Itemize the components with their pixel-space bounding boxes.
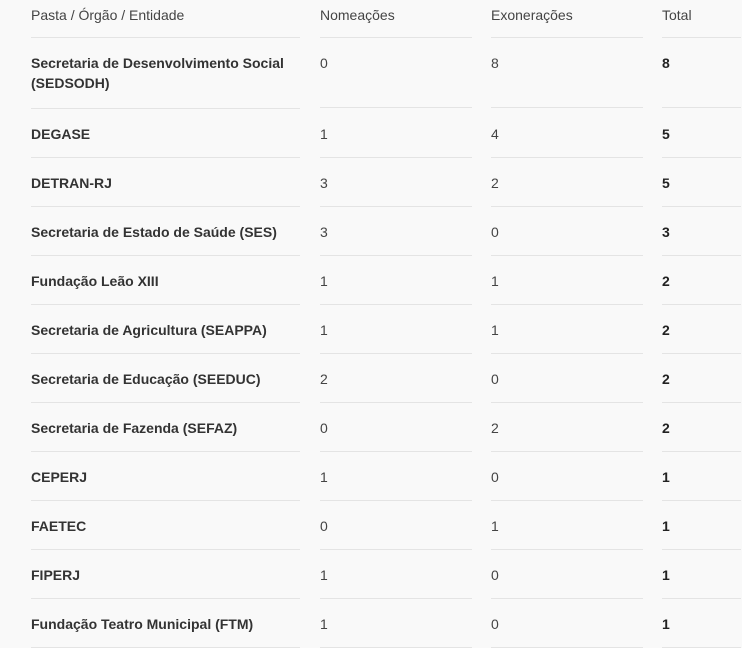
entity-cell: FAETEC <box>0 501 320 550</box>
appointments-table: Pasta / Órgão / Entidade Nomeações Exone… <box>0 0 742 648</box>
total-cell: 3 <box>662 207 742 256</box>
nomeacoes-cell: 1 <box>320 452 491 501</box>
total-cell: 2 <box>662 256 742 305</box>
table-row: CEPERJ 1 0 1 <box>0 452 742 501</box>
table-row: Fundação Teatro Municipal (FTM) 1 0 1 <box>0 599 742 648</box>
table-row: Secretaria de Estado de Saúde (SES) 3 0 … <box>0 207 742 256</box>
table-row: Fundação Leão XIII 1 1 2 <box>0 256 742 305</box>
appointments-table-container: Pasta / Órgão / Entidade Nomeações Exone… <box>0 0 742 648</box>
table-row: Secretaria de Desenvolvimento Social (SE… <box>0 38 742 109</box>
entity-cell: Fundação Leão XIII <box>0 256 320 305</box>
table-row: Secretaria de Agricultura (SEAPPA) 1 1 2 <box>0 305 742 354</box>
exoneracoes-cell: 0 <box>491 550 662 599</box>
exoneracoes-cell: 1 <box>491 305 662 354</box>
nomeacoes-cell: 1 <box>320 109 491 158</box>
table-body: Secretaria de Desenvolvimento Social (SE… <box>0 38 742 648</box>
total-cell: 1 <box>662 452 742 501</box>
exoneracoes-cell: 1 <box>491 501 662 550</box>
nomeacoes-cell: 1 <box>320 550 491 599</box>
total-cell: 8 <box>662 38 742 109</box>
header-nomeacoes: Nomeações <box>320 0 491 38</box>
entity-cell: Secretaria de Fazenda (SEFAZ) <box>0 403 320 452</box>
entity-cell: FIPERJ <box>0 550 320 599</box>
entity-cell: Secretaria de Agricultura (SEAPPA) <box>0 305 320 354</box>
exoneracoes-cell: 0 <box>491 452 662 501</box>
table-row: DETRAN-RJ 3 2 5 <box>0 158 742 207</box>
exoneracoes-cell: 1 <box>491 256 662 305</box>
total-cell: 2 <box>662 403 742 452</box>
entity-cell: Secretaria de Desenvolvimento Social (SE… <box>0 38 320 109</box>
exoneracoes-cell: 0 <box>491 354 662 403</box>
nomeacoes-cell: 0 <box>320 403 491 452</box>
total-cell: 1 <box>662 501 742 550</box>
total-cell: 5 <box>662 158 742 207</box>
entity-cell: DETRAN-RJ <box>0 158 320 207</box>
header-exoneracoes: Exonerações <box>491 0 662 38</box>
entity-cell: CEPERJ <box>0 452 320 501</box>
table-row: Secretaria de Fazenda (SEFAZ) 0 2 2 <box>0 403 742 452</box>
header-row: Pasta / Órgão / Entidade Nomeações Exone… <box>0 0 742 38</box>
table-row: Secretaria de Educação (SEEDUC) 2 0 2 <box>0 354 742 403</box>
total-cell: 2 <box>662 305 742 354</box>
table-header: Pasta / Órgão / Entidade Nomeações Exone… <box>0 0 742 38</box>
table-row: FIPERJ 1 0 1 <box>0 550 742 599</box>
header-entity: Pasta / Órgão / Entidade <box>0 0 320 38</box>
entity-cell: DEGASE <box>0 109 320 158</box>
total-cell: 5 <box>662 109 742 158</box>
exoneracoes-cell: 0 <box>491 207 662 256</box>
nomeacoes-cell: 3 <box>320 158 491 207</box>
nomeacoes-cell: 2 <box>320 354 491 403</box>
header-total: Total <box>662 0 742 38</box>
exoneracoes-cell: 2 <box>491 403 662 452</box>
exoneracoes-cell: 0 <box>491 599 662 648</box>
nomeacoes-cell: 1 <box>320 256 491 305</box>
total-cell: 1 <box>662 550 742 599</box>
entity-cell: Secretaria de Educação (SEEDUC) <box>0 354 320 403</box>
entity-cell: Secretaria de Estado de Saúde (SES) <box>0 207 320 256</box>
nomeacoes-cell: 1 <box>320 305 491 354</box>
entity-cell: Fundação Teatro Municipal (FTM) <box>0 599 320 648</box>
nomeacoes-cell: 0 <box>320 501 491 550</box>
total-cell: 1 <box>662 599 742 648</box>
total-cell: 2 <box>662 354 742 403</box>
exoneracoes-cell: 2 <box>491 158 662 207</box>
exoneracoes-cell: 4 <box>491 109 662 158</box>
nomeacoes-cell: 3 <box>320 207 491 256</box>
table-row: FAETEC 0 1 1 <box>0 501 742 550</box>
exoneracoes-cell: 8 <box>491 38 662 109</box>
table-row: DEGASE 1 4 5 <box>0 109 742 158</box>
nomeacoes-cell: 0 <box>320 38 491 109</box>
nomeacoes-cell: 1 <box>320 599 491 648</box>
